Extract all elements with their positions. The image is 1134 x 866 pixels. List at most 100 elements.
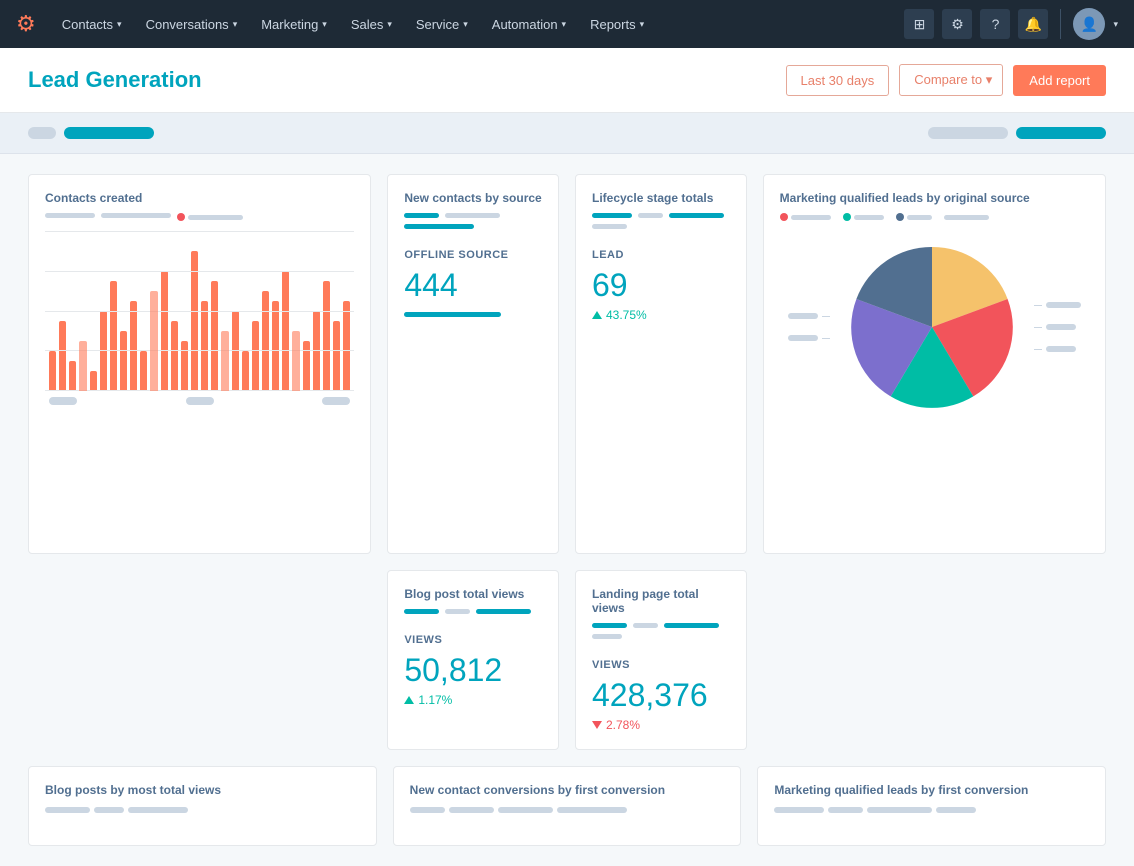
chart-bar-13	[181, 341, 188, 391]
x-label-1	[49, 397, 77, 405]
new-conversions-title: New contact conversions by first convers…	[410, 783, 725, 797]
pie-label-line-2	[822, 338, 830, 339]
nav-marketing[interactable]: Marketing ▾	[251, 11, 337, 38]
conv-sm-bar-4	[557, 807, 627, 813]
page-header: Lead Generation Last 30 days Compare to …	[0, 48, 1134, 113]
blog-most-views-card: Blog posts by most total views	[28, 766, 377, 846]
mql-sm-bar-1	[774, 807, 824, 813]
date-range-bar	[0, 113, 1134, 154]
notifications-icon[interactable]: 🔔	[1018, 9, 1048, 39]
pie-label-rline-2	[1034, 327, 1042, 328]
nav-sales[interactable]: Sales ▾	[341, 11, 402, 38]
new-conversions-card: New contact conversions by first convers…	[393, 766, 742, 846]
bottom-card-row: Blog posts by most total views New conta…	[28, 766, 1106, 846]
lp-legend-2	[633, 623, 658, 628]
x-label-2	[186, 397, 214, 405]
triangle-up-icon-2	[404, 696, 414, 704]
search-icon[interactable]: ⊞	[904, 9, 934, 39]
legend-bar-3	[188, 215, 243, 220]
avatar[interactable]: 👤	[1073, 8, 1105, 40]
chart-bar-22	[272, 301, 279, 391]
chart-bar-8	[130, 301, 137, 391]
conv-sm-bar-2	[449, 807, 494, 813]
add-report-button[interactable]: Add report	[1013, 65, 1106, 96]
landing-page-title: Landing page total views	[592, 587, 730, 615]
chart-bar-26	[313, 311, 320, 391]
pie-label-right-2	[1034, 324, 1081, 330]
lifecycle-title: Lifecycle stage totals	[592, 191, 730, 205]
nav-contacts[interactable]: Contacts ▾	[52, 11, 132, 38]
hubspot-logo[interactable]: ⚙	[16, 11, 36, 37]
nav-reports[interactable]: Reports ▾	[580, 11, 654, 38]
date-pill-gray-1	[28, 127, 56, 139]
blog-most-bars	[45, 807, 360, 813]
chart-bar-0	[49, 351, 56, 391]
nav-automation[interactable]: Automation ▾	[482, 11, 576, 38]
mql-legend-bar-3	[907, 215, 932, 220]
nav-service[interactable]: Service ▾	[406, 11, 478, 38]
chart-bar-29	[343, 301, 350, 391]
pie-labels-left	[788, 313, 830, 341]
contacts-created-legend	[45, 213, 354, 221]
mql-legend-dot-green	[843, 213, 851, 221]
lp-legend-3	[664, 623, 719, 628]
chevron-down-icon: ▾	[463, 19, 468, 30]
mql-legend-bar-2	[854, 215, 884, 220]
sm-bar-1	[45, 807, 90, 813]
second-card-row: Blog post total views VIEWS 50,812 1.17%…	[28, 570, 1106, 750]
lc-legend-3	[669, 213, 724, 218]
pie-label-line-1	[822, 316, 830, 317]
legend-bar-2	[101, 213, 171, 218]
chart-bar-6	[110, 281, 117, 391]
pie-label-left-1	[788, 313, 830, 319]
pie-label-rbar-3	[1046, 346, 1076, 352]
sm-bar-3	[128, 807, 188, 813]
chart-bar-10	[150, 291, 157, 391]
blog-most-title: Blog posts by most total views	[45, 783, 360, 797]
lifecycle-metric-label: LEAD	[592, 249, 730, 261]
mql-legend	[780, 213, 1089, 221]
legend-bar-gray	[445, 213, 500, 218]
chevron-down-icon: ▾	[562, 19, 567, 30]
chart-bar-18	[232, 311, 239, 391]
mql-first-title: Marketing qualified leads by first conve…	[774, 783, 1089, 797]
mql-by-source-card: Marketing qualified leads by original so…	[763, 174, 1106, 554]
bar-chart-area	[45, 231, 354, 431]
chevron-down-icon: ▾	[640, 19, 645, 30]
mql-legend-bar-4	[944, 215, 989, 220]
blog-legend-1	[404, 609, 439, 614]
lp-metric: VIEWS 428,376 2.78%	[592, 659, 730, 732]
mql-sm-bar-3	[867, 807, 932, 813]
chevron-down-icon: ▾	[986, 72, 993, 87]
lp-metric-label: VIEWS	[592, 659, 730, 671]
pie-label-rbar-2	[1046, 324, 1076, 330]
chart-bar-7	[120, 331, 127, 391]
compare-button[interactable]: Compare to ▾	[899, 64, 1003, 96]
pie-labels-right	[1034, 302, 1081, 352]
conv-sm-bar-1	[410, 807, 445, 813]
new-contacts-metric-label: OFFLINE SOURCE	[404, 249, 542, 261]
nav-right-actions: ⊞ ⚙ ? 🔔 👤 ▾	[904, 8, 1118, 40]
pie-chart-container	[780, 237, 1089, 417]
avatar-chevron-icon[interactable]: ▾	[1113, 19, 1118, 30]
lc-legend-1	[592, 213, 632, 218]
chart-bar-16	[211, 281, 218, 391]
date-pill-teal-1	[64, 127, 154, 139]
nav-conversations[interactable]: Conversations ▾	[136, 11, 248, 38]
blog-legend	[404, 609, 542, 614]
new-contacts-metric-value: 444	[404, 267, 542, 304]
mql-sm-bar-4	[936, 807, 976, 813]
pie-label-right-3	[1034, 346, 1081, 352]
lp-change: 2.78%	[592, 718, 730, 732]
mql-title: Marketing qualified leads by original so…	[780, 191, 1089, 205]
chart-bar-25	[303, 341, 310, 391]
nav-divider	[1060, 9, 1061, 39]
blog-post-views-card: Blog post total views VIEWS 50,812 1.17%	[387, 570, 559, 750]
help-icon[interactable]: ?	[980, 9, 1010, 39]
settings-icon[interactable]: ⚙	[942, 9, 972, 39]
chart-bar-15	[201, 301, 208, 391]
legend-bar-teal	[404, 213, 439, 218]
date-filter-button[interactable]: Last 30 days	[786, 65, 890, 96]
legend-dot-red	[177, 213, 185, 221]
mql-first-conversion-card: Marketing qualified leads by first conve…	[757, 766, 1106, 846]
